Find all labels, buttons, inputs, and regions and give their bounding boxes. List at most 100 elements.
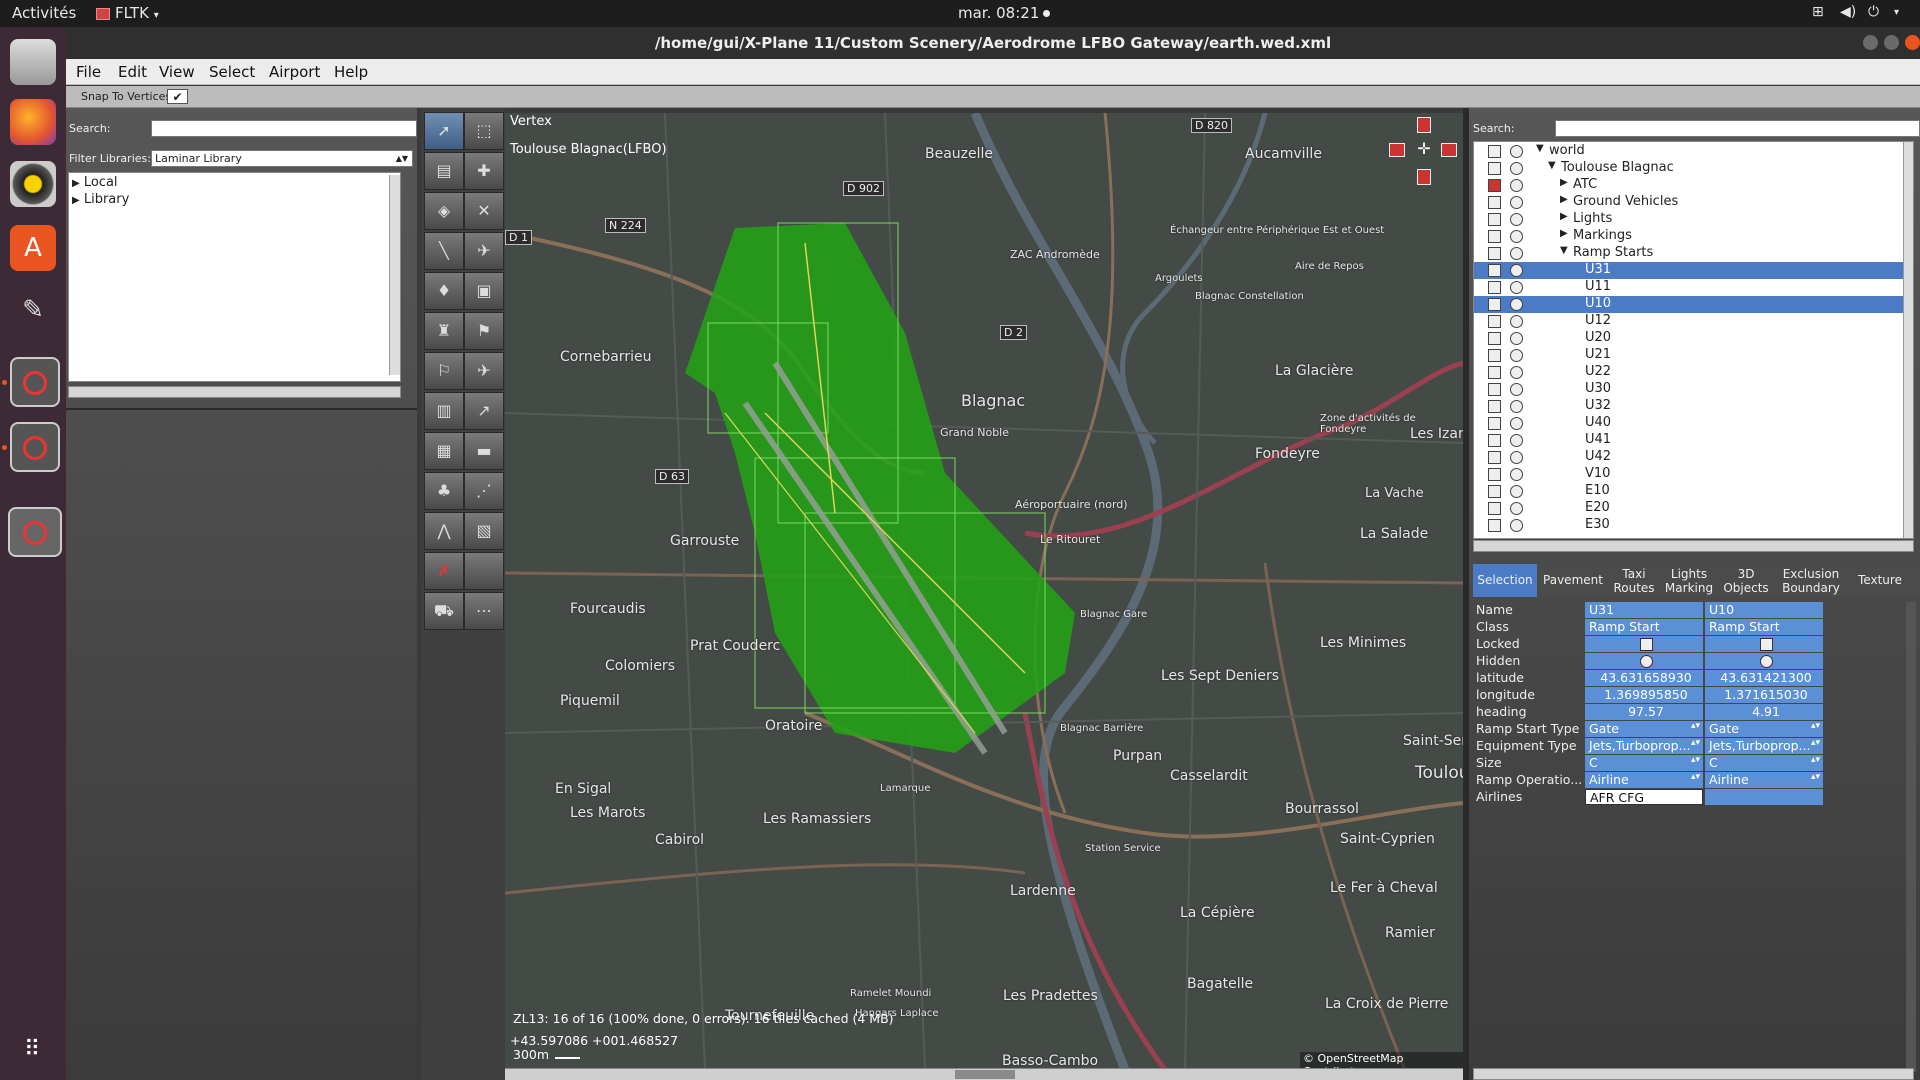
draped-tool-icon[interactable]: ▧ <box>464 512 504 550</box>
expand-arrow-icon[interactable]: ▶ <box>1560 211 1568 222</box>
menu-help[interactable]: Help <box>334 63 368 81</box>
property-value-2[interactable]: Gate ▴▾ <box>1705 721 1823 737</box>
show-apps-icon[interactable]: ⠿ <box>10 1027 56 1073</box>
property-value-2[interactable]: Jets,Turboprop... ▴▾ <box>1705 738 1823 754</box>
visibility-eye-icon[interactable] <box>1510 400 1523 413</box>
tree-row[interactable]: U31 <box>1474 262 1913 279</box>
sign-tool-icon[interactable]: ▣ <box>464 272 504 310</box>
close-icon[interactable] <box>1905 35 1920 50</box>
visibility-eye-icon[interactable] <box>1510 264 1523 277</box>
volume-icon[interactable]: ◀) <box>1840 4 1856 20</box>
tab-taxi-routes[interactable]: Taxi Routes <box>1609 564 1659 597</box>
visibility-eye-icon[interactable] <box>1510 281 1523 294</box>
property-value-2[interactable]: 4.91 <box>1705 704 1823 720</box>
blank-tool-icon[interactable] <box>464 552 504 590</box>
power-icon[interactable]: ⏻ <box>1868 4 1879 20</box>
vertex-tool-icon[interactable]: ➚ <box>424 112 464 150</box>
tab-lights-marking[interactable]: Lights Marking <box>1661 564 1717 597</box>
library-item-library[interactable]: ▶ Library <box>72 192 129 207</box>
unlocked-icon[interactable] <box>1488 213 1501 226</box>
app-menu[interactable]: FLTK ▾ <box>96 4 159 22</box>
visibility-eye-icon[interactable] <box>1510 179 1523 192</box>
tree-row[interactable]: U21 <box>1474 347 1913 364</box>
expand-arrow-icon[interactable]: ▶ <box>1560 228 1568 239</box>
filter-libraries-select[interactable]: Laminar Library ▲▼ <box>151 150 413 167</box>
visibility-eye-icon[interactable] <box>1510 230 1523 243</box>
tree-hscrollbar[interactable] <box>1473 540 1914 552</box>
unlocked-icon[interactable] <box>1488 298 1501 311</box>
property-value-1[interactable] <box>1585 653 1703 669</box>
menu-view[interactable]: View <box>159 63 195 81</box>
library-item-local[interactable]: ▶ Local <box>72 175 118 190</box>
property-value-1[interactable]: Jets,Turboprop... ▴▾ <box>1585 738 1703 754</box>
visibility-eye-icon[interactable] <box>1510 434 1523 447</box>
runway-tool-icon[interactable]: ▤ <box>424 152 464 190</box>
beacon-tool-icon[interactable]: ⚐ <box>424 352 464 390</box>
property-value-2[interactable] <box>1705 636 1823 652</box>
property-value-2[interactable]: 43.631421300 <box>1705 670 1823 686</box>
tree-row[interactable]: U32 <box>1474 398 1913 415</box>
visibility-eye-icon[interactable] <box>1510 485 1523 498</box>
tree-row[interactable]: U41 <box>1474 432 1913 449</box>
tree-row[interactable]: ▼ Ramp Starts <box>1474 245 1913 262</box>
marquee-tool-icon[interactable]: ⬚ <box>464 112 504 150</box>
property-value-2[interactable] <box>1705 653 1823 669</box>
line-tool-icon[interactable]: ⋰ <box>464 472 504 510</box>
unlocked-icon[interactable] <box>1488 230 1501 243</box>
library-hscrollbar[interactable] <box>68 386 401 398</box>
firefox-icon[interactable] <box>10 99 56 145</box>
library-search-input[interactable] <box>151 120 417 137</box>
visibility-eye-icon[interactable] <box>1510 349 1523 362</box>
gimp-icon[interactable]: ✎ <box>10 287 56 333</box>
atc-tool-icon[interactable]: ↗ <box>464 392 504 430</box>
property-value-2[interactable]: Airline ▴▾ <box>1705 772 1823 788</box>
menu-file[interactable]: File <box>76 63 101 81</box>
property-value-2[interactable] <box>1705 789 1823 805</box>
exclusion-tool-icon[interactable]: ✗ <box>424 552 464 590</box>
fltk-window-icon[interactable] <box>10 357 60 407</box>
tree-row[interactable]: U30 <box>1474 381 1913 398</box>
property-value-2[interactable]: 1.371615030 <box>1705 687 1823 703</box>
unlocked-icon[interactable] <box>1488 434 1501 447</box>
collapse-arrow-icon[interactable]: ▼ <box>1536 143 1544 154</box>
property-value-1[interactable]: 1.369895850 <box>1585 687 1703 703</box>
maximize-icon[interactable] <box>1884 35 1899 50</box>
map-view[interactable]: Beauzelle Aucamville Cornebarrieu Blagna… <box>505 113 1463 1070</box>
library-vscrollbar[interactable] <box>389 175 400 375</box>
clock[interactable]: mar. 08:21 <box>958 4 1051 22</box>
hierarchy-search-input[interactable] <box>1555 120 1920 137</box>
string-tool-icon[interactable]: ▬ <box>464 432 504 470</box>
property-value-1[interactable]: C ▴▾ <box>1585 755 1703 771</box>
property-value-1[interactable]: AFR CFG <box>1585 789 1703 805</box>
tree-row[interactable]: E30 <box>1474 517 1913 534</box>
object-tool-icon[interactable]: ▦ <box>424 432 464 470</box>
unlocked-icon[interactable] <box>1488 281 1501 294</box>
visibility-eye-icon[interactable] <box>1510 298 1523 311</box>
visibility-eye-icon[interactable] <box>1510 366 1523 379</box>
truck-tool-icon[interactable]: ⛟ <box>424 592 464 630</box>
unlocked-icon[interactable] <box>1488 366 1501 379</box>
pan-right-icon[interactable] <box>1441 143 1457 157</box>
unlocked-icon[interactable] <box>1488 196 1501 209</box>
tab-texture[interactable]: Texture <box>1849 564 1911 597</box>
snap-checkbox[interactable]: ✔ <box>167 89 188 104</box>
property-value-1[interactable]: Airline ▴▾ <box>1585 772 1703 788</box>
fltk-window-active-icon[interactable] <box>8 507 62 557</box>
polygon-tool-icon[interactable]: ⋀ <box>424 512 464 550</box>
expand-arrow-icon[interactable]: ▶ <box>1560 194 1568 205</box>
airplane-tool-icon[interactable]: ✈ <box>464 352 504 390</box>
visibility-eye-icon[interactable] <box>1510 383 1523 396</box>
tree-row[interactable]: ▶ ATC <box>1474 177 1913 194</box>
tree-row[interactable]: ▶ Lights <box>1474 211 1913 228</box>
property-value-1[interactable]: 43.631658930 <box>1585 670 1703 686</box>
tree-row[interactable]: V10 <box>1474 466 1913 483</box>
unlocked-icon[interactable] <box>1488 502 1501 515</box>
tab-pavement[interactable]: Pavement <box>1539 564 1607 597</box>
fltk-window-2-icon[interactable] <box>10 422 60 472</box>
pan-left-icon[interactable] <box>1389 143 1405 157</box>
property-value-1[interactable] <box>1585 636 1703 652</box>
network-icon[interactable]: ⊞ <box>1812 4 1824 20</box>
pan-down-icon[interactable] <box>1417 169 1431 185</box>
visibility-eye-icon[interactable] <box>1510 451 1523 464</box>
visibility-eye-icon[interactable] <box>1510 315 1523 328</box>
